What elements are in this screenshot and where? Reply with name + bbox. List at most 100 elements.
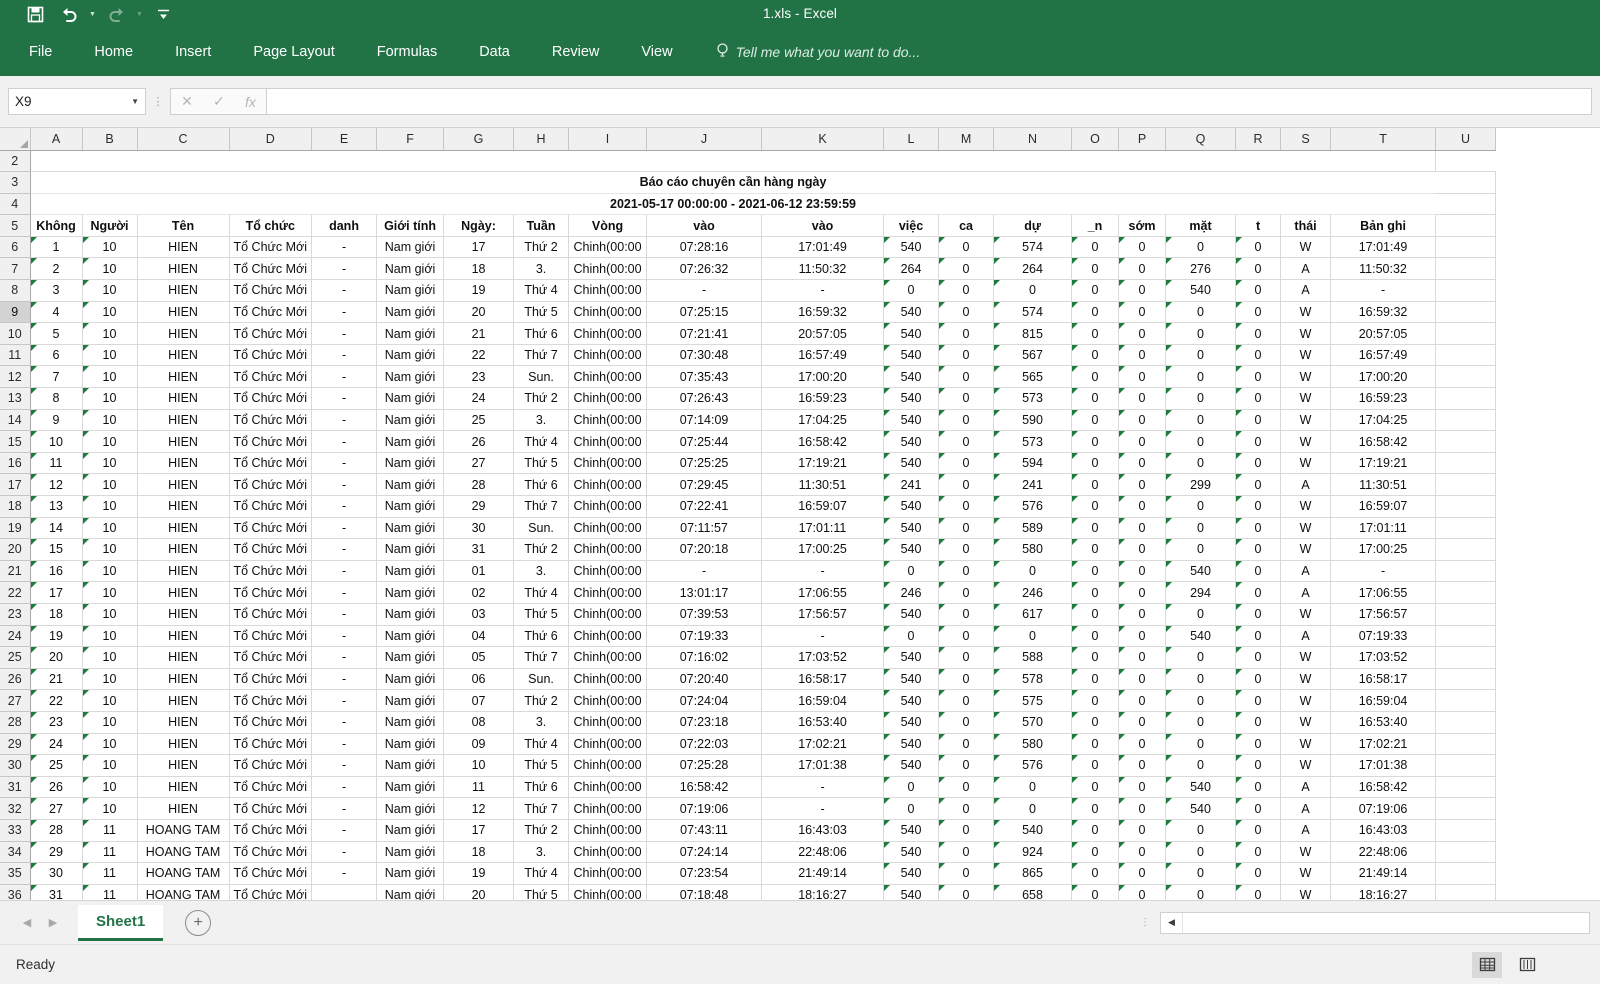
table-cell[interactable]: 0 <box>1072 517 1119 539</box>
table-cell[interactable]: 17:01:38 <box>1331 755 1436 777</box>
table-cell[interactable]: Chinh(00:00 <box>569 733 647 755</box>
table-cell[interactable]: 0 <box>1072 755 1119 777</box>
row-header-35[interactable]: 35 <box>0 863 30 885</box>
sheet-row[interactable]: 5KhôngNgườiTênTổ chứcdanhGiới tínhNgày:T… <box>0 215 1496 237</box>
column-header-s[interactable]: S <box>1281 128 1331 150</box>
table-cell[interactable]: - <box>312 323 377 345</box>
ribbon-tab-page-layout[interactable]: Page Layout <box>232 28 355 76</box>
table-cell[interactable]: 10 <box>82 452 137 474</box>
table-cell[interactable]: - <box>312 474 377 496</box>
table-cell[interactable]: 590 <box>994 409 1072 431</box>
table-cell[interactable]: W <box>1281 733 1331 755</box>
table-cell[interactable]: Chinh(00:00 <box>569 236 647 258</box>
table-cell[interactable]: 0 <box>884 625 939 647</box>
sheet-row[interactable]: 353011HOANG TAMTổ Chức Mới-Nam giới19Thứ… <box>0 863 1496 885</box>
table-cell[interactable]: Nam giới <box>377 625 444 647</box>
empty-cell[interactable] <box>762 150 884 172</box>
table-cell[interactable]: 0 <box>1236 280 1281 302</box>
table-cell[interactable]: 865 <box>994 863 1072 885</box>
chevron-down-icon[interactable]: ▼ <box>131 97 139 106</box>
table-cell[interactable]: Tổ Chức Mới <box>229 668 312 690</box>
column-header-u[interactable]: U <box>1436 128 1496 150</box>
table-cell[interactable]: HIEN <box>137 733 229 755</box>
table-cell[interactable]: 0 <box>1236 366 1281 388</box>
table-cell[interactable]: Tổ Chức Mới <box>229 690 312 712</box>
table-cell[interactable]: 10 <box>82 798 137 820</box>
table-cell[interactable]: HIEN <box>137 755 229 777</box>
table-cell[interactable]: 22 <box>444 344 514 366</box>
column-header-r[interactable]: R <box>1236 128 1281 150</box>
table-cell[interactable]: Nam giới <box>377 496 444 518</box>
table-header-cell[interactable]: vào <box>762 215 884 237</box>
row-header-5[interactable]: 5 <box>0 215 30 237</box>
table-cell[interactable]: 276 <box>1166 258 1236 280</box>
table-cell[interactable]: 07:20:18 <box>647 539 762 561</box>
table-cell[interactable]: 03 <box>444 603 514 625</box>
table-cell[interactable]: Chinh(00:00 <box>569 452 647 474</box>
empty-cell[interactable] <box>1166 150 1236 172</box>
empty-cell[interactable] <box>1436 474 1496 496</box>
table-cell[interactable]: 16:58:17 <box>762 668 884 690</box>
table-cell[interactable]: 11 <box>444 776 514 798</box>
table-cell[interactable]: Thứ 4 <box>514 582 569 604</box>
table-cell[interactable]: 0 <box>1236 776 1281 798</box>
table-cell[interactable]: Chinh(00:00 <box>569 366 647 388</box>
table-cell[interactable]: 0 <box>1166 711 1236 733</box>
table-cell[interactable]: 0 <box>939 452 994 474</box>
table-cell[interactable]: 0 <box>939 647 994 669</box>
table-cell[interactable]: 10 <box>82 582 137 604</box>
table-cell[interactable]: Thứ 2 <box>514 819 569 841</box>
sheet-row[interactable]: 282310HIENTổ Chức Mới-Nam giới083.Chinh(… <box>0 711 1496 733</box>
empty-cell[interactable] <box>884 150 939 172</box>
table-cell[interactable]: 0 <box>1072 409 1119 431</box>
table-cell[interactable]: Tổ Chức Mới <box>229 841 312 863</box>
table-cell[interactable]: Thứ 4 <box>514 431 569 453</box>
table-cell[interactable]: HIEN <box>137 647 229 669</box>
table-cell[interactable]: 17:56:57 <box>1331 603 1436 625</box>
sheet-row[interactable]: 9410HIENTổ Chức Mới-Nam giới20Thứ 5Chinh… <box>0 301 1496 323</box>
table-cell[interactable]: 22:48:06 <box>762 841 884 863</box>
table-cell[interactable]: Tổ Chức Mới <box>229 496 312 518</box>
table-cell[interactable]: 540 <box>884 431 939 453</box>
table-cell[interactable]: 540 <box>1166 798 1236 820</box>
empty-cell[interactable] <box>1436 323 1496 345</box>
normal-view-icon[interactable] <box>1472 952 1502 978</box>
table-cell[interactable]: 0 <box>1236 517 1281 539</box>
table-cell[interactable]: 11:50:32 <box>1331 258 1436 280</box>
table-cell[interactable]: 10 <box>82 668 137 690</box>
empty-cell[interactable] <box>30 150 82 172</box>
table-cell[interactable]: - <box>312 819 377 841</box>
table-cell[interactable]: 07:19:33 <box>647 625 762 647</box>
empty-cell[interactable] <box>229 150 312 172</box>
table-cell[interactable]: 0 <box>994 798 1072 820</box>
table-cell[interactable]: - <box>312 841 377 863</box>
table-cell[interactable]: Tổ Chức Mới <box>229 647 312 669</box>
table-cell[interactable]: 540 <box>884 366 939 388</box>
table-cell[interactable]: - <box>762 798 884 820</box>
table-cell[interactable]: 578 <box>994 668 1072 690</box>
table-cell[interactable]: Nam giới <box>377 431 444 453</box>
table-cell[interactable]: Chinh(00:00 <box>569 755 647 777</box>
table-cell[interactable]: W <box>1281 841 1331 863</box>
table-cell[interactable]: 0 <box>939 733 994 755</box>
table-header-cell[interactable]: Vòng <box>569 215 647 237</box>
table-cell[interactable]: 17:01:11 <box>1331 517 1436 539</box>
table-cell[interactable]: 17:19:21 <box>762 452 884 474</box>
table-cell[interactable]: 574 <box>994 236 1072 258</box>
table-cell[interactable]: 0 <box>1236 344 1281 366</box>
table-cell[interactable]: A <box>1281 280 1331 302</box>
table-cell[interactable]: - <box>312 776 377 798</box>
table-cell[interactable]: Nam giới <box>377 776 444 798</box>
table-header-cell[interactable]: Giới tính <box>377 215 444 237</box>
table-cell[interactable]: 0 <box>939 409 994 431</box>
table-cell[interactable]: 20 <box>30 647 82 669</box>
table-cell[interactable]: Tổ Chức Mới <box>229 863 312 885</box>
sheet-row[interactable]: 312610HIENTổ Chức Mới-Nam giới11Thứ 6Chi… <box>0 776 1496 798</box>
table-cell[interactable]: 16:53:40 <box>1331 711 1436 733</box>
table-cell[interactable]: 11:30:51 <box>1331 474 1436 496</box>
table-cell[interactable]: 0 <box>1119 776 1166 798</box>
table-cell[interactable]: Tổ Chức Mới <box>229 280 312 302</box>
empty-cell[interactable] <box>1436 582 1496 604</box>
table-cell[interactable]: 0 <box>1119 711 1166 733</box>
table-cell[interactable]: 3. <box>514 841 569 863</box>
